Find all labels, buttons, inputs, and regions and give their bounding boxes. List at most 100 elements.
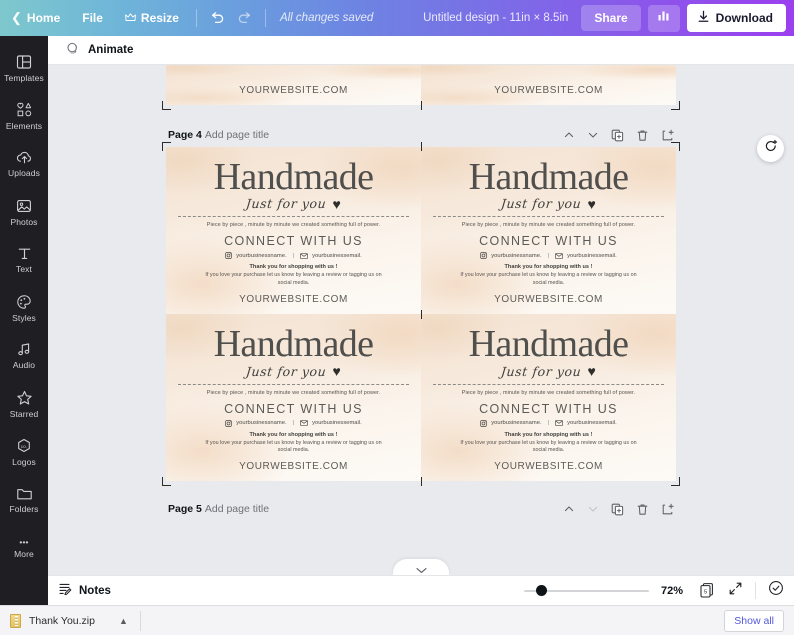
file-menu-button[interactable]: File — [71, 0, 114, 36]
sidebar-item-uploads[interactable]: Uploads — [0, 140, 48, 188]
sidebar-item-photos[interactable]: Photos — [0, 188, 48, 236]
design-card[interactable]: YOURWEBSITE.COM — [421, 65, 676, 105]
sidebar-item-styles[interactable]: Styles — [0, 284, 48, 332]
download-shelf-item[interactable]: Thank You.zip ▲ — [10, 613, 128, 628]
card-social-divider: | — [292, 252, 295, 259]
heart-icon: ♥ — [587, 363, 596, 380]
card-social-divider: | — [292, 420, 295, 427]
redo-button[interactable] — [231, 5, 259, 31]
insights-button[interactable] — [647, 4, 680, 32]
design-card[interactable]: Handmade Just for you ♥ Piece by piece ,… — [166, 147, 421, 314]
sidebar-item-folders[interactable]: Folders — [0, 476, 48, 524]
move-page-down-icon[interactable] — [587, 503, 599, 515]
star-icon — [16, 390, 33, 406]
svg-text:5: 5 — [704, 589, 707, 595]
envelope-icon — [300, 253, 309, 259]
duplicate-page-icon[interactable] — [611, 129, 624, 142]
collapse-panel-handle[interactable] — [393, 559, 449, 575]
card-script: Just for you — [500, 196, 583, 212]
page-4-sheet[interactable]: Handmade Just for you ♥ Piece by piece ,… — [166, 147, 676, 482]
sidebar-item-more[interactable]: ••• More — [0, 524, 48, 572]
share-button[interactable]: Share — [581, 5, 641, 31]
resize-button[interactable]: Resize — [114, 0, 190, 36]
card-connect-heading: CONNECT WITH US — [479, 234, 618, 249]
page-3-sheet[interactable]: YOURWEBSITE.COM YOURWEBSITE.COM — [166, 65, 676, 105]
save-status-label: All changes saved — [279, 12, 374, 24]
card-social-row: yourbusinessname. | yourbusinessemail. — [225, 252, 362, 260]
design-card[interactable]: Handmade Just for you ♥ Piece by piece ,… — [166, 314, 421, 481]
card-website: YOURWEBSITE.COM — [239, 85, 348, 96]
fullscreen-button[interactable] — [728, 581, 743, 601]
design-canvas[interactable]: YOURWEBSITE.COM YOURWEBSITE.COM Page 4 A… — [48, 65, 794, 575]
page-5-header: Page 5 Add page title — [166, 497, 676, 521]
bar-chart-icon — [657, 9, 670, 27]
sidebar-item-text[interactable]: Text — [0, 236, 48, 284]
zoom-slider-knob[interactable] — [536, 585, 547, 596]
card-title: Handmade — [213, 156, 374, 198]
card-script-row: Just for you ♥ — [245, 364, 341, 379]
svg-text:co.: co. — [21, 443, 27, 448]
canva-editor-window: ❮ Home File Resize All changes saved Unt… — [0, 0, 794, 635]
design-card[interactable]: Handmade Just for you ♥ Piece by piece ,… — [421, 147, 676, 314]
design-card[interactable]: Handmade Just for you ♥ Piece by piece ,… — [421, 314, 676, 481]
card-social-row: yourbusinessname. | yourbusinessemail. — [225, 419, 362, 427]
page-5-block: Page 5 Add page title — [166, 497, 676, 521]
delete-page-icon[interactable] — [636, 503, 649, 516]
page-5-title-input[interactable]: Add page title — [205, 503, 269, 515]
design-card[interactable]: YOURWEBSITE.COM — [166, 65, 421, 105]
sidebar-item-templates[interactable]: Templates — [0, 44, 48, 92]
animate-label: Animate — [88, 44, 134, 56]
sidebar-item-audio[interactable]: Audio — [0, 332, 48, 380]
sidebar-label-more: More — [14, 548, 34, 559]
add-page-icon[interactable] — [661, 129, 674, 142]
download-button[interactable]: Download — [686, 4, 786, 32]
resize-label: Resize — [140, 11, 179, 25]
delete-page-icon[interactable] — [636, 129, 649, 142]
expand-icon — [728, 581, 743, 601]
card-thanks: Thank you for shopping with us ! — [249, 264, 338, 271]
card-note: If you love your purchase let us know by… — [460, 272, 637, 287]
add-page-icon[interactable] — [661, 503, 674, 516]
duplicate-page-icon[interactable] — [611, 503, 624, 516]
page-4-label: Page 4 — [168, 129, 202, 141]
card-tagline: Piece by piece , minute by minute we cre… — [461, 389, 636, 396]
card-thanks: Thank you for shopping with us ! — [504, 431, 593, 438]
zoom-level-label[interactable]: 72% — [661, 585, 687, 597]
move-page-down-icon[interactable] — [587, 129, 599, 141]
pages-panel-button[interactable]: 5 — [699, 582, 716, 599]
page-4-title-input[interactable]: Add page title — [205, 129, 269, 141]
card-note: If you love your purchase let us know by… — [205, 439, 382, 454]
card-website: YOURWEBSITE.COM — [494, 461, 603, 473]
chevron-left-icon: ❮ — [11, 10, 22, 25]
notes-button[interactable]: Notes — [58, 582, 111, 599]
card-email-handle: yourbusinessemail. — [567, 420, 617, 427]
sidebar-item-logos[interactable]: co. Logos — [0, 428, 48, 476]
show-all-downloads-button[interactable]: Show all — [724, 609, 784, 632]
sidebar-item-elements[interactable]: Elements — [0, 92, 48, 140]
undo-button[interactable] — [203, 5, 231, 31]
sidebar-item-starred[interactable]: Starred — [0, 380, 48, 428]
card-title: Handmade — [213, 323, 374, 366]
sidebar-label-styles: Styles — [12, 312, 36, 323]
card-title: Handmade — [468, 156, 629, 198]
card-title: Handmade — [468, 323, 629, 366]
notes-icon — [58, 582, 72, 599]
file-label: File — [82, 11, 103, 25]
animate-button[interactable]: Animate — [60, 38, 139, 62]
chevron-up-icon[interactable]: ▲ — [119, 616, 128, 626]
card-tagline: Piece by piece , minute by minute we cre… — [206, 222, 381, 229]
zoom-slider[interactable] — [524, 584, 649, 598]
add-comment-icon — [764, 139, 778, 158]
card-instagram-handle: yourbusinessname. — [491, 420, 542, 427]
download-label: Download — [715, 11, 773, 25]
add-comment-button[interactable] — [757, 135, 784, 162]
download-icon — [697, 10, 710, 26]
help-button[interactable] — [768, 580, 784, 601]
card-note: If you love your purchase let us know by… — [460, 439, 637, 454]
sidebar-label-photos: Photos — [10, 216, 38, 227]
design-title[interactable]: Untitled design - 11in × 8.5in — [423, 12, 568, 24]
logo-hexagon-icon: co. — [16, 438, 32, 454]
move-page-up-icon[interactable] — [563, 503, 575, 515]
home-button[interactable]: ❮ Home — [0, 0, 71, 36]
move-page-up-icon[interactable] — [563, 129, 575, 141]
